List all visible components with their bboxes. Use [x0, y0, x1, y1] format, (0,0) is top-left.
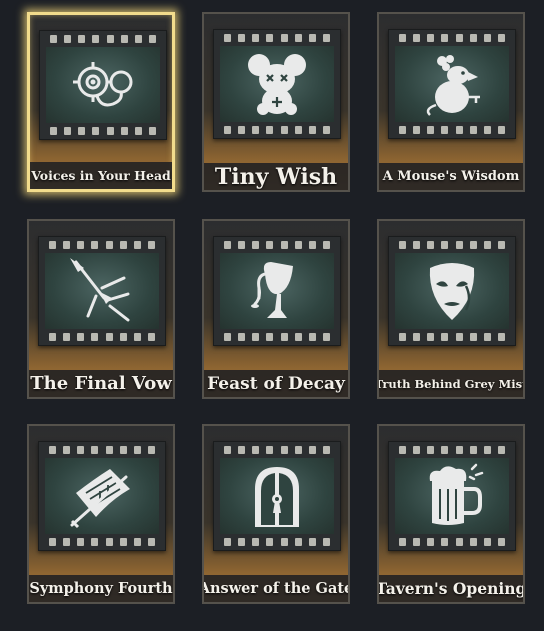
memory-card-a-mouses-wisdom[interactable]: A Mouse's Wisdom [377, 12, 525, 192]
film-frame [388, 29, 516, 139]
memory-card-feast-of-decay[interactable]: Feast of Decay [202, 219, 350, 399]
film-frame [213, 441, 341, 551]
memory-title: Tavern's Opening [379, 575, 523, 602]
plush-mouse-icon [248, 54, 306, 115]
weeping-mask-icon [429, 263, 475, 320]
film-frame [213, 29, 341, 139]
memory-card-the-final-vow[interactable]: The Final Vow [27, 219, 175, 399]
film-frame [39, 30, 167, 140]
sheet-music-bow-icon [70, 469, 130, 529]
film-frame [213, 236, 341, 346]
memory-card-truth-behind-grey-mist[interactable]: Truth Behind Grey Mist [377, 219, 525, 399]
memory-title: Tiny Wish [204, 163, 348, 190]
memory-card-taverns-opening[interactable]: Tavern's Opening [377, 424, 525, 604]
memory-card-tiny-wish[interactable]: Tiny Wish [202, 12, 350, 192]
film-frame [38, 236, 166, 346]
memory-title: Feast of Decay [204, 370, 348, 397]
memory-title: Voices in Your Head [30, 162, 172, 189]
beer-mug-icon [429, 463, 484, 525]
memory-title: Answer of the Gate [204, 575, 348, 602]
memory-card-symphony-fourth[interactable]: Symphony Fourth [27, 424, 175, 604]
memory-title: Symphony Fourth [29, 575, 173, 602]
memory-title: The Final Vow [29, 370, 173, 397]
film-frame [388, 236, 516, 346]
broken-spear-icon [70, 258, 130, 322]
memory-card-answer-of-the-gate[interactable]: Answer of the Gate [202, 424, 350, 604]
spilled-goblet-icon [251, 262, 293, 318]
film-frame [38, 441, 166, 551]
memory-grid: Voices in Your Head Tiny Wish A Mouse's … [0, 0, 544, 631]
arched-gate-icon [255, 467, 299, 527]
memory-title: A Mouse's Wisdom [379, 163, 523, 190]
memory-title: Truth Behind Grey Mist [379, 370, 523, 397]
film-frame [388, 441, 516, 551]
mouse-with-key-icon [426, 55, 480, 116]
monocle-device-icon [73, 62, 133, 107]
memory-card-voices-in-your-head[interactable]: Voices in Your Head [27, 12, 175, 192]
